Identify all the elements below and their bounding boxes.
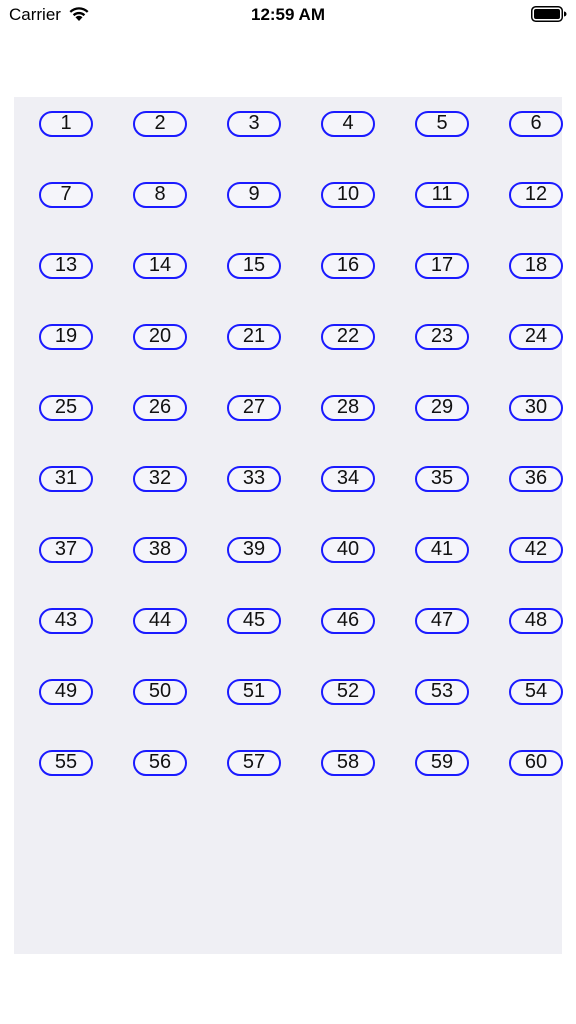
number-button-9[interactable]: 9 <box>227 182 281 208</box>
number-button-1[interactable]: 1 <box>39 111 93 137</box>
number-button-7[interactable]: 7 <box>39 182 93 208</box>
number-button-17[interactable]: 17 <box>415 253 469 279</box>
number-button-18[interactable]: 18 <box>509 253 563 279</box>
number-button-26[interactable]: 26 <box>133 395 187 421</box>
number-button-33[interactable]: 33 <box>227 466 281 492</box>
number-button-40[interactable]: 40 <box>321 537 375 563</box>
number-button-8[interactable]: 8 <box>133 182 187 208</box>
number-button-50[interactable]: 50 <box>133 679 187 705</box>
number-button-49[interactable]: 49 <box>39 679 93 705</box>
number-button-23[interactable]: 23 <box>415 324 469 350</box>
number-button-35[interactable]: 35 <box>415 466 469 492</box>
number-button-52[interactable]: 52 <box>321 679 375 705</box>
number-button-46[interactable]: 46 <box>321 608 375 634</box>
number-button-4[interactable]: 4 <box>321 111 375 137</box>
battery-full-icon <box>531 6 567 22</box>
number-button-47[interactable]: 47 <box>415 608 469 634</box>
number-button-6[interactable]: 6 <box>509 111 563 137</box>
number-button-15[interactable]: 15 <box>227 253 281 279</box>
number-button-14[interactable]: 14 <box>133 253 187 279</box>
number-button-48[interactable]: 48 <box>509 608 563 634</box>
number-button-39[interactable]: 39 <box>227 537 281 563</box>
status-bar: Carrier 12:59 AM <box>0 0 576 30</box>
number-button-34[interactable]: 34 <box>321 466 375 492</box>
number-button-58[interactable]: 58 <box>321 750 375 776</box>
number-button-25[interactable]: 25 <box>39 395 93 421</box>
number-button-grid: 1 2 3 4 5 6 7 8 9 10 11 12 13 14 15 16 17 18 19 20 21 22 23 24 2… <box>39 111 563 776</box>
number-button-60[interactable]: 60 <box>509 750 563 776</box>
number-button-12[interactable]: 12 <box>509 182 563 208</box>
number-button-27[interactable]: 27 <box>227 395 281 421</box>
number-button-54[interactable]: 54 <box>509 679 563 705</box>
number-button-56[interactable]: 56 <box>133 750 187 776</box>
number-button-13[interactable]: 13 <box>39 253 93 279</box>
number-button-59[interactable]: 59 <box>415 750 469 776</box>
number-button-31[interactable]: 31 <box>39 466 93 492</box>
content-panel: 1 2 3 4 5 6 7 8 9 10 11 12 13 14 15 16 17 18 19 20 21 22 23 24 2… <box>14 97 563 954</box>
number-button-21[interactable]: 21 <box>227 324 281 350</box>
number-button-29[interactable]: 29 <box>415 395 469 421</box>
number-button-3[interactable]: 3 <box>227 111 281 137</box>
number-button-53[interactable]: 53 <box>415 679 469 705</box>
number-button-10[interactable]: 10 <box>321 182 375 208</box>
number-button-43[interactable]: 43 <box>39 608 93 634</box>
number-button-57[interactable]: 57 <box>227 750 281 776</box>
number-button-55[interactable]: 55 <box>39 750 93 776</box>
number-button-24[interactable]: 24 <box>509 324 563 350</box>
number-button-44[interactable]: 44 <box>133 608 187 634</box>
number-button-30[interactable]: 30 <box>509 395 563 421</box>
number-button-45[interactable]: 45 <box>227 608 281 634</box>
number-button-22[interactable]: 22 <box>321 324 375 350</box>
app-screen: Carrier 12:59 AM 1 2 3 4 5 6 7 8 9 10 11 12 13 14 15 16… <box>0 0 576 1024</box>
number-button-36[interactable]: 36 <box>509 466 563 492</box>
number-button-37[interactable]: 37 <box>39 537 93 563</box>
number-button-51[interactable]: 51 <box>227 679 281 705</box>
status-time: 12:59 AM <box>250 5 325 24</box>
number-button-38[interactable]: 38 <box>133 537 187 563</box>
number-button-5[interactable]: 5 <box>415 111 469 137</box>
number-button-28[interactable]: 28 <box>321 395 375 421</box>
number-button-11[interactable]: 11 <box>415 182 469 208</box>
number-button-41[interactable]: 41 <box>415 537 469 563</box>
number-button-2[interactable]: 2 <box>133 111 187 137</box>
number-button-16[interactable]: 16 <box>321 253 375 279</box>
number-button-19[interactable]: 19 <box>39 324 93 350</box>
number-button-42[interactable]: 42 <box>509 537 563 563</box>
number-button-32[interactable]: 32 <box>133 466 187 492</box>
number-button-20[interactable]: 20 <box>133 324 187 350</box>
